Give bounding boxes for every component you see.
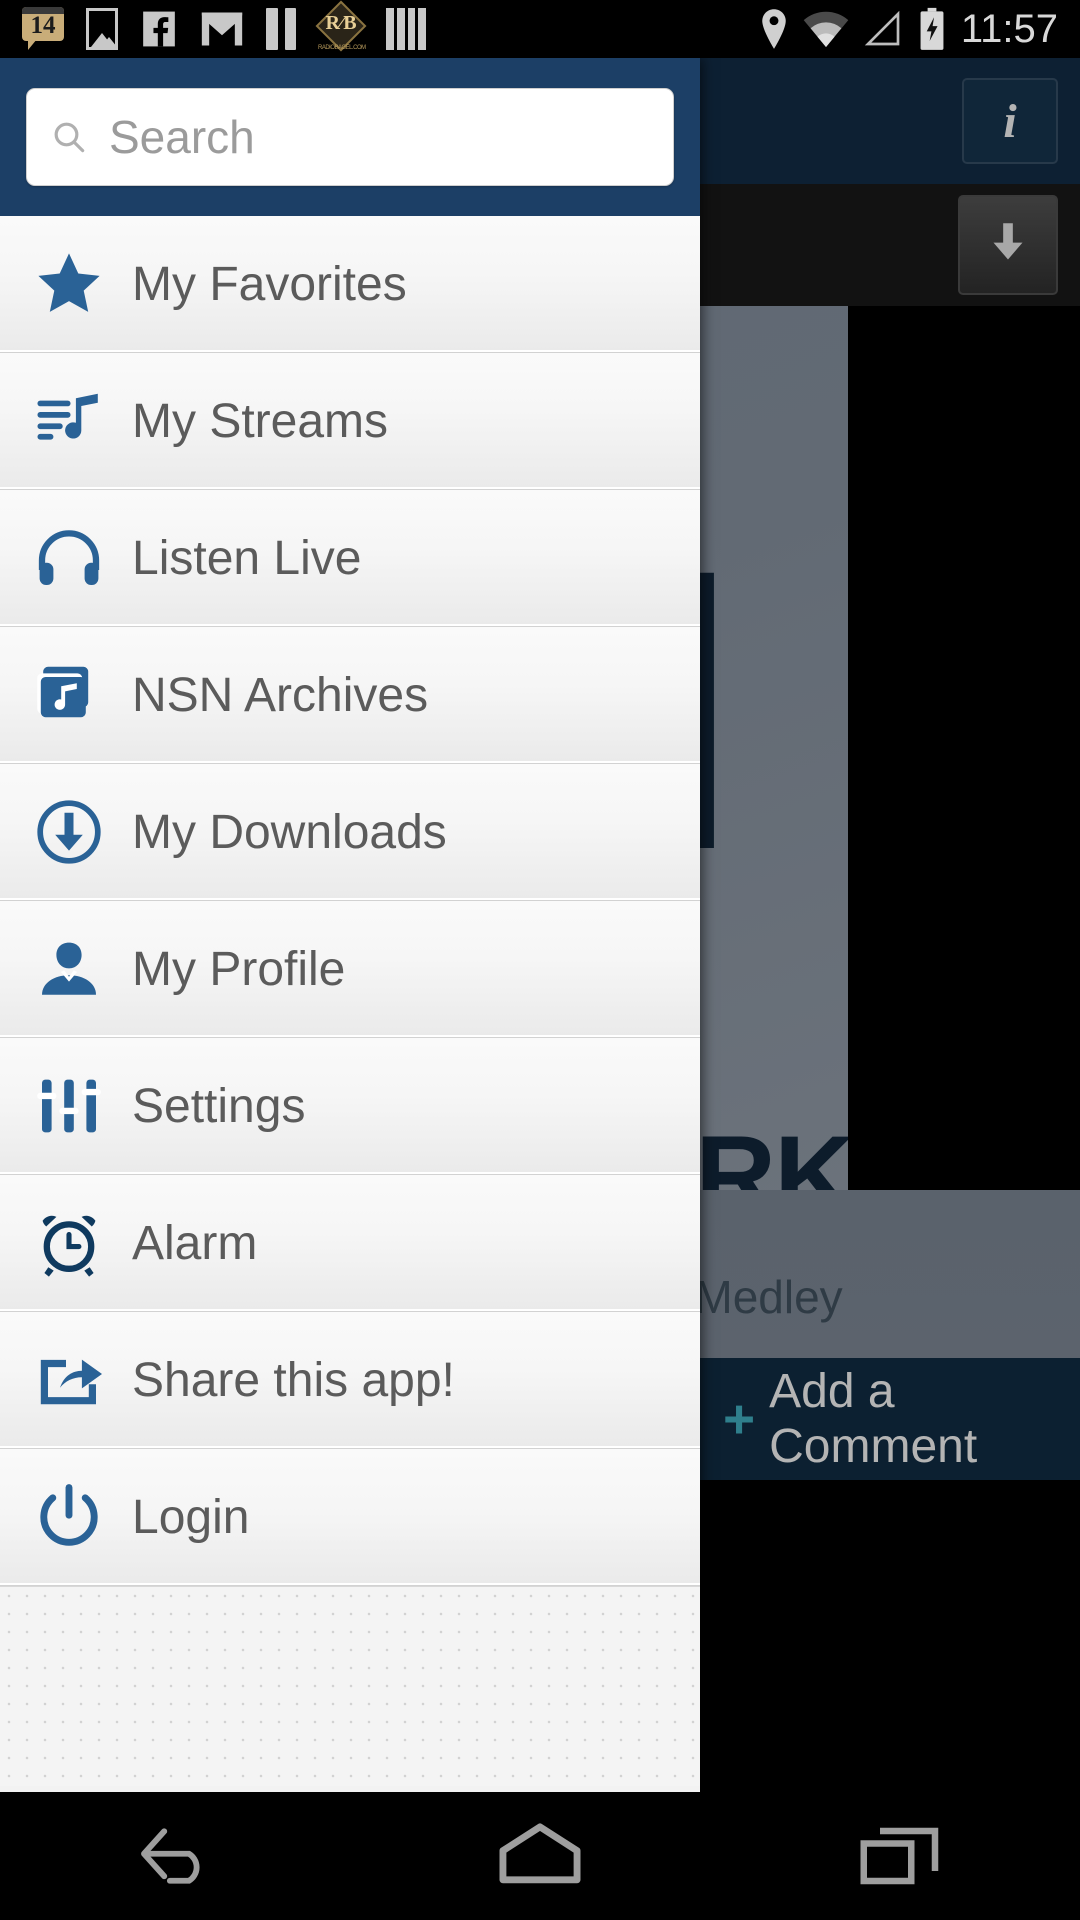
info-icon: i <box>1003 94 1017 148</box>
add-comment-label: Add a Comment <box>769 1365 978 1473</box>
menu-item-login[interactable]: Login <box>0 1449 700 1586</box>
share-icon <box>32 1343 106 1417</box>
power-icon <box>32 1480 106 1554</box>
menu-item-label: My Favorites <box>132 257 407 311</box>
menu-item-label: Alarm <box>132 1216 258 1270</box>
alarm-clock-icon <box>32 1206 106 1280</box>
download-arrow-icon <box>993 223 1023 260</box>
menu-item-alarm[interactable]: Alarm <box>0 1175 700 1312</box>
plus-icon: + <box>723 1387 756 1450</box>
albums-music-icon <box>32 658 106 732</box>
download-circle-icon <box>32 795 106 869</box>
menu-item-my-profile[interactable]: My Profile <box>0 901 700 1038</box>
menu-item-listen-live[interactable]: Listen Live <box>0 490 700 627</box>
info-button[interactable]: i <box>962 78 1058 164</box>
menu-item-label: Settings <box>132 1079 306 1133</box>
menu-item-label: My Profile <box>132 942 346 996</box>
status-bar-notifications: 14 R⁄B RADIOBAGEL.COM <box>0 0 759 52</box>
back-button[interactable] <box>80 1792 280 1920</box>
person-icon <box>32 932 106 1006</box>
search-placeholder: Search <box>109 111 255 163</box>
menu-item-label: Login <box>132 1490 250 1544</box>
menu-item-label: Listen Live <box>132 531 362 585</box>
calendar-icon: 14 <box>22 7 64 51</box>
back-icon <box>141 1828 200 1884</box>
status-bar-system: 11:57 <box>759 0 1080 58</box>
android-nav-bar <box>0 1792 1080 1920</box>
menu-item-nsn-archives[interactable]: NSN Archives <box>0 627 700 764</box>
menu-item-share-this-app[interactable]: Share this app! <box>0 1312 700 1449</box>
search-icon <box>54 122 85 153</box>
wifi-icon <box>803 11 849 48</box>
menu-item-my-streams[interactable]: My Streams <box>0 353 700 490</box>
pause-icon <box>266 8 296 50</box>
bars-icon <box>386 8 426 50</box>
drawer-empty-area <box>0 1586 700 1786</box>
recents-icon <box>860 1827 939 1885</box>
signal-icon <box>864 10 900 46</box>
facebook-icon <box>143 11 175 47</box>
download-button[interactable] <box>958 195 1058 295</box>
location-icon <box>762 9 786 49</box>
battery-charging-icon <box>920 7 944 50</box>
menu-item-label: My Downloads <box>132 805 447 859</box>
menu-item-label: Share this app! <box>132 1353 455 1407</box>
navigation-drawer: Search My Favorites My Streams Listen Li… <box>0 58 700 1792</box>
phone-screen: c Mix i Calls! No N TWORK Shabbos Medley… <box>0 0 1080 1920</box>
rb-app-icon: R⁄B RADIOBAGEL.COM <box>315 0 367 52</box>
gmail-icon <box>201 12 243 46</box>
home-button[interactable] <box>440 1792 640 1920</box>
menu-item-label: My Streams <box>132 394 389 448</box>
drawer-header: Search <box>0 58 700 216</box>
menu-item-label: NSN Archives <box>132 668 429 722</box>
home-icon <box>499 1823 581 1884</box>
menu-item-my-downloads[interactable]: My Downloads <box>0 764 700 901</box>
recents-button[interactable] <box>800 1792 1000 1920</box>
playlist-music-icon <box>32 384 106 458</box>
menu-item-settings[interactable]: Settings <box>0 1038 700 1175</box>
search-input[interactable]: Search <box>26 88 674 186</box>
sliders-icon <box>32 1069 106 1143</box>
headphones-icon <box>32 521 106 595</box>
photo-icon <box>86 8 118 50</box>
menu-item-my-favorites[interactable]: My Favorites <box>0 216 700 353</box>
drawer-menu: My Favorites My Streams Listen Live NSN … <box>0 216 700 1586</box>
star-icon <box>32 247 106 321</box>
status-bar: 14 R⁄B RADIOBAGEL.COM 11:57 <box>0 0 1080 58</box>
clock: 11:57 <box>960 7 1058 51</box>
